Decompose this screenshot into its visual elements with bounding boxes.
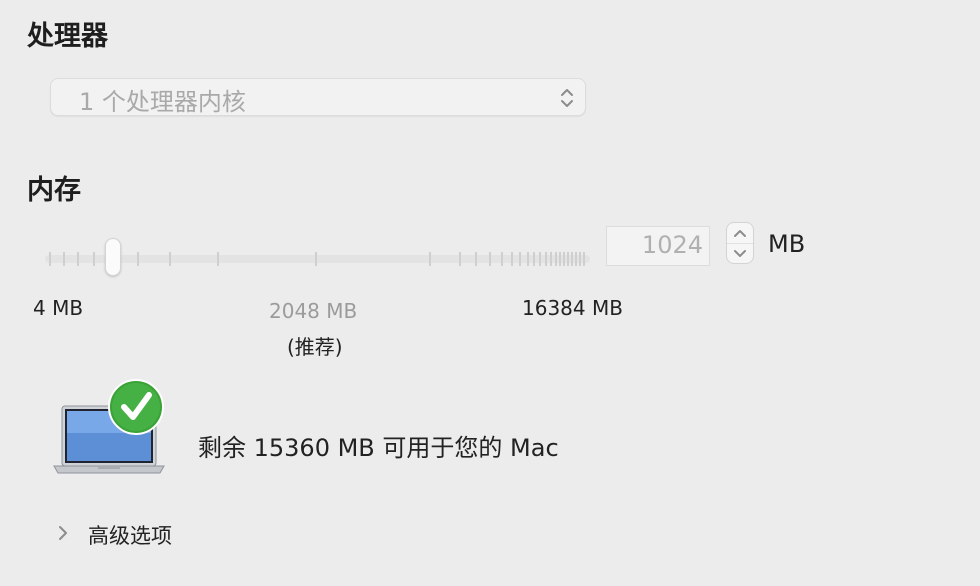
memory-unit-label: MB (768, 230, 806, 258)
slider-tick (459, 252, 461, 266)
slider-tick (545, 252, 547, 266)
slider-tick (93, 252, 95, 266)
slider-tick (137, 252, 139, 266)
slider-tick (539, 252, 541, 266)
slider-max-label: 16384 MB (522, 296, 623, 320)
slider-tick (559, 252, 561, 266)
slider-min-label: 4 MB (33, 296, 84, 320)
slider-tick (579, 252, 581, 266)
stepper-decrement[interactable] (727, 243, 753, 264)
slider-tick (555, 252, 557, 266)
slider-tick (429, 252, 431, 266)
memory-section-title: 内存 (27, 175, 81, 206)
processor-section-title: 处理器 (27, 21, 108, 52)
slider-tick (563, 252, 565, 266)
slider-recommended-label: 2048 MB (269, 299, 358, 323)
slider-tick (169, 252, 171, 266)
slider-tick (511, 252, 513, 266)
memory-size-field[interactable]: 1024 (606, 226, 710, 266)
memory-size-value: 1024 (641, 231, 703, 259)
memory-slider-knob[interactable] (105, 238, 121, 276)
memory-stepper[interactable] (726, 222, 754, 264)
slider-recommended-note: (推荐) (287, 335, 343, 359)
processor-cores-popup[interactable]: 1 个处理器内核 (50, 78, 586, 116)
slider-tick (217, 252, 219, 266)
slider-tick (489, 252, 491, 266)
slider-tick (63, 252, 65, 266)
slider-tick (567, 252, 569, 266)
memory-slider[interactable] (45, 238, 590, 278)
available-memory-text: 剩余 15360 MB 可用于您的 Mac (198, 434, 559, 462)
slider-tick (519, 252, 521, 266)
slider-tick (475, 252, 477, 266)
chevron-down-icon (734, 250, 746, 257)
processor-cores-value: 1 个处理器内核 (79, 88, 246, 116)
slider-tick (575, 252, 577, 266)
slider-tick (49, 252, 51, 266)
up-down-chevron-icon (561, 89, 573, 107)
slider-tick (527, 252, 529, 266)
chevron-up-icon (734, 230, 746, 237)
slider-tick (550, 252, 552, 266)
slider-tick (583, 252, 585, 266)
slider-tick (315, 252, 317, 266)
slider-tick (501, 252, 503, 266)
chevron-right-icon (59, 526, 67, 540)
slider-tick (571, 252, 573, 266)
slider-tick (77, 252, 79, 266)
laptop-check-icon (53, 379, 165, 474)
memory-slider-track (45, 255, 590, 263)
stepper-increment[interactable] (727, 223, 753, 243)
advanced-options-label: 高级选项 (88, 524, 172, 548)
slider-tick (533, 252, 535, 266)
